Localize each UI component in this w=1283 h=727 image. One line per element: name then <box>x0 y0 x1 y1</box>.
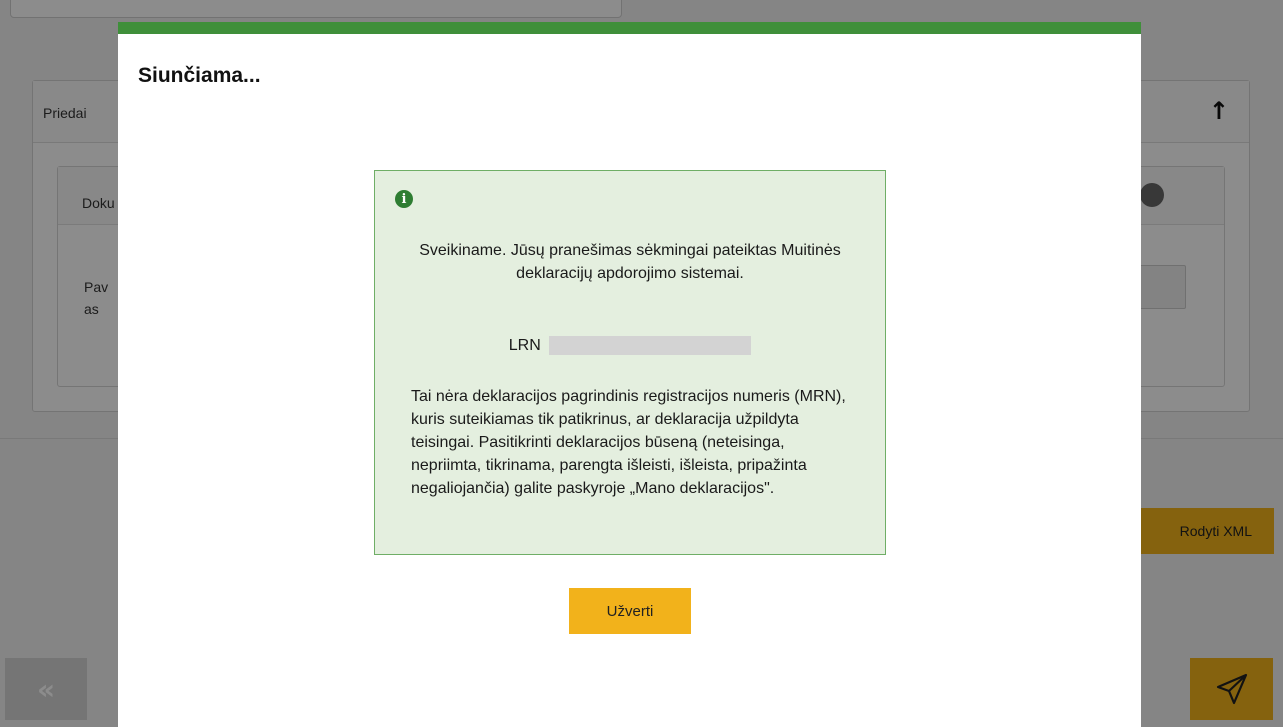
dialog-accent-bar <box>118 22 1141 34</box>
success-info-box: i Sveikiname. Jūsų pranešimas sėkmingai … <box>374 170 886 555</box>
close-button[interactable]: Užverti <box>569 588 691 634</box>
dialog-title: Siunčiama... <box>138 64 261 87</box>
lrn-value-redacted <box>549 336 752 356</box>
lrn-row: LRN <box>375 334 885 357</box>
success-message: Sveikiname. Jūsų pranešimas sėkmingai pa… <box>419 242 841 282</box>
lrn-label: LRN <box>508 337 541 355</box>
info-icon: i <box>395 190 413 208</box>
mrn-note: Tai nėra deklaracijos pagrindinis regist… <box>411 388 846 497</box>
sending-dialog: Siunčiama... i Sveikiname. Jūsų pranešim… <box>118 22 1141 727</box>
